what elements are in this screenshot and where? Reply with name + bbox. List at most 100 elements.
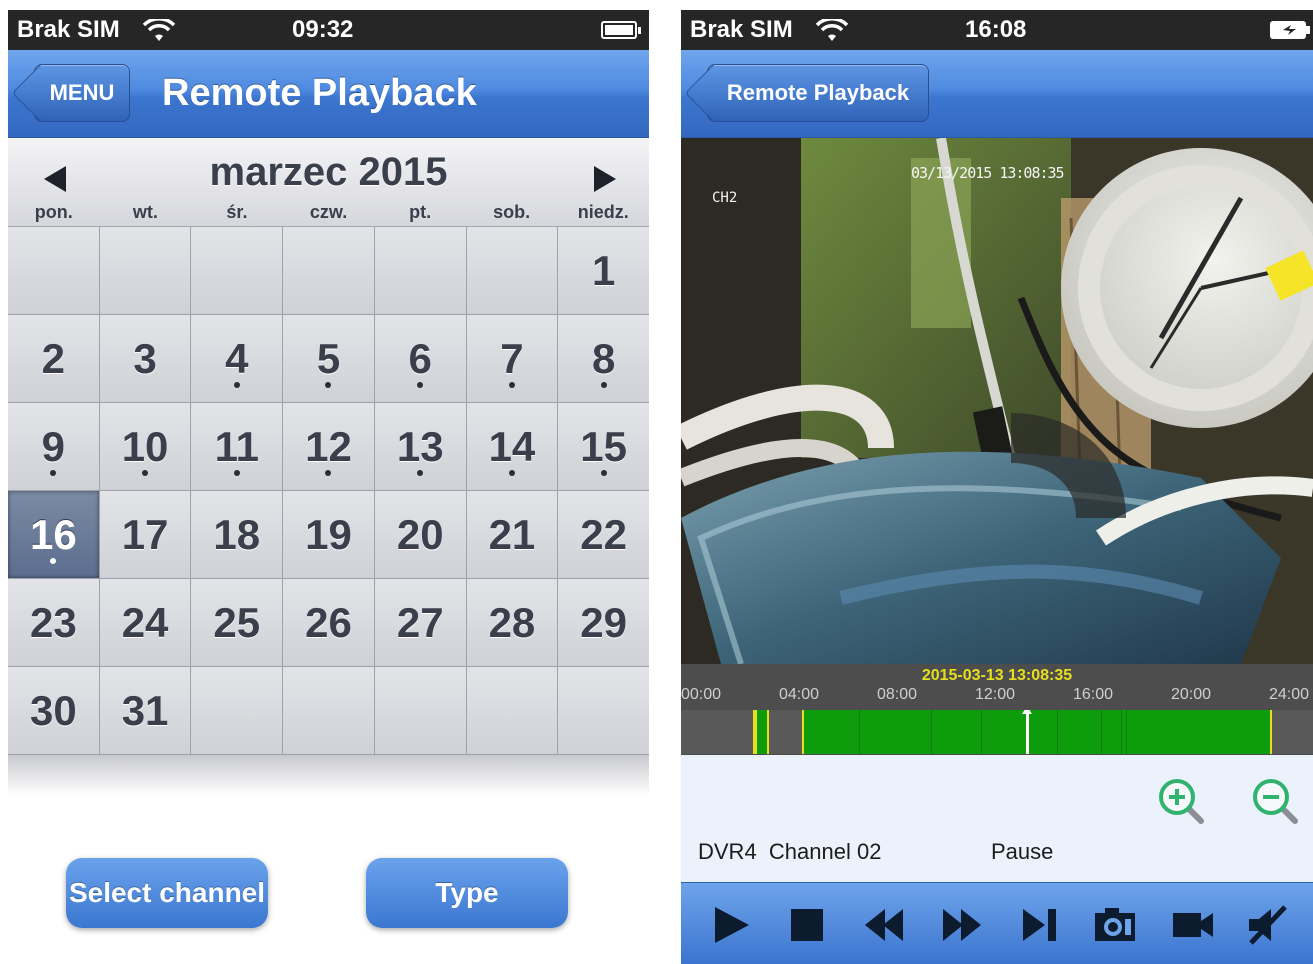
recording-indicator-dot (600, 382, 607, 388)
calendar-screen: Brak SIM 09:32 MENU Remote Playback marz… (8, 10, 649, 964)
day-number: 14 (488, 422, 536, 470)
nav-bar: Remote Playback (681, 50, 1313, 138)
day-number: 12 (305, 422, 352, 470)
status-time: 09:32 (292, 16, 354, 43)
day-number: 19 (305, 510, 352, 558)
recording-indicator-dot (508, 470, 515, 476)
day-number: 20 (396, 510, 444, 558)
calendar-day[interactable]: 31 (99, 667, 191, 754)
skip-end-icon[interactable] (1017, 903, 1061, 947)
weekday-row: pon. wt. śr. czw. pt. sob. niedz. (8, 202, 649, 223)
day-number: 17 (121, 510, 169, 558)
battery-charging-icon (1270, 21, 1310, 39)
calendar-day[interactable]: 4 (191, 315, 283, 402)
timeline-tick-label: 24:00 (1269, 686, 1310, 703)
calendar-day[interactable]: 27 (374, 579, 466, 666)
calendar-day[interactable]: 11 (191, 403, 283, 490)
play-icon[interactable] (709, 903, 753, 947)
calendar-day[interactable]: 9 (8, 403, 99, 490)
calendar-empty-cell (283, 227, 374, 314)
recording-indicator-dot (50, 470, 57, 476)
remote-playback-back-button[interactable]: Remote Playback (707, 64, 929, 122)
day-number: 24 (121, 598, 169, 646)
menu-back-button[interactable]: MENU (34, 64, 130, 122)
calendar-day[interactable]: 8 (558, 315, 649, 402)
mute-speaker-icon[interactable] (1245, 903, 1289, 947)
calendar-day[interactable]: 7 (466, 315, 558, 402)
calendar-day[interactable]: 13 (374, 403, 466, 490)
calendar-day[interactable]: 20 (374, 491, 466, 578)
weekday-label: czw. (309, 202, 348, 222)
carrier-label: Brak SIM (690, 16, 793, 43)
calendar-day[interactable]: 3 (99, 315, 191, 402)
calendar-empty-cell (466, 227, 558, 314)
day-number: 21 (488, 510, 536, 558)
recordings-track (753, 706, 1272, 754)
video-timestamp-overlay: 03/13/2015 13:08:35 (911, 164, 1065, 182)
timeline[interactable]: 2015-03-13 13:08:35 00:00 04:00 08:00 12:00… (681, 664, 1313, 755)
select-channel-button[interactable]: Select channel (66, 858, 268, 928)
weekday-label: pon. (34, 202, 73, 222)
calendar-day[interactable]: 19 (283, 491, 374, 578)
recording-indicator-dot (325, 382, 332, 388)
wifi-icon (142, 19, 176, 41)
calendar-day[interactable]: 2 (8, 315, 99, 402)
video-channel-overlay: CH2 (712, 190, 738, 206)
calendar-month-label: marzec 2015 (209, 150, 448, 194)
calendar-day[interactable]: 26 (283, 579, 374, 666)
recording-indicator-dot (508, 382, 515, 388)
calendar-empty-cell (283, 667, 374, 754)
day-number: 18 (213, 510, 261, 558)
snapshot-camera-icon[interactable] (1093, 903, 1137, 947)
day-number: 6 (408, 334, 432, 382)
record-video-icon[interactable] (1171, 903, 1215, 947)
calendar-day[interactable]: 5 (283, 315, 374, 402)
calendar-day[interactable]: 14 (466, 403, 558, 490)
recording-indicator-dot (325, 470, 332, 476)
weekday-label: niedz. (577, 202, 629, 222)
calendar-day[interactable]: 6 (374, 315, 466, 402)
day-number: 23 (29, 598, 77, 646)
timeline-recordings-bar[interactable] (681, 706, 1313, 754)
calendar-day[interactable]: 22 (558, 491, 649, 578)
battery-icon (601, 21, 641, 39)
status-time: 16:08 (965, 16, 1027, 43)
day-number: 11 (214, 422, 259, 470)
zoom-in-icon[interactable] (1157, 777, 1205, 825)
fast-forward-icon[interactable] (939, 903, 983, 947)
weekday-label: śr. (226, 202, 248, 222)
calendar-day[interactable]: 1 (558, 227, 649, 314)
calendar-day[interactable]: 30 (8, 667, 99, 754)
timeline-current-time: 2015-03-13 13:08:35 (921, 667, 1073, 684)
recording-indicator-dot (233, 470, 240, 476)
calendar-day[interactable]: 25 (191, 579, 283, 666)
rewind-icon[interactable] (863, 903, 907, 947)
day-number: 28 (488, 598, 536, 646)
stop-icon[interactable] (785, 903, 829, 947)
battery-level (605, 25, 633, 35)
calendar-day[interactable]: 15 (558, 403, 649, 490)
day-number: 31 (121, 686, 169, 734)
calendar-day[interactable]: 28 (466, 579, 558, 666)
back-button-label: Remote Playback (726, 80, 910, 105)
calendar-day[interactable]: 23 (8, 579, 99, 666)
recording-indicator-dot (600, 470, 607, 476)
type-button[interactable]: Type (366, 858, 568, 928)
calendar-day[interactable]: 12 (283, 403, 374, 490)
triangle-right-icon[interactable] (592, 164, 618, 194)
calendar-day[interactable]: 18 (191, 491, 283, 578)
calendar-day[interactable]: 21 (466, 491, 558, 578)
recording-indicator-dot (142, 470, 149, 476)
calendar-day[interactable]: 10 (99, 403, 191, 490)
calendar-day[interactable]: 24 (99, 579, 191, 666)
day-number: 27 (396, 598, 444, 646)
recording-indicator-dot (417, 382, 424, 388)
calendar-empty-cell (466, 667, 558, 754)
timeline-tick-label: 00:00 (681, 686, 722, 703)
calendar-day[interactable]: 17 (99, 491, 191, 578)
calendar-day[interactable]: 29 (558, 579, 649, 666)
zoom-out-icon[interactable] (1251, 777, 1299, 825)
calendar-day[interactable]: 16 (8, 491, 99, 578)
video-player[interactable]: 03/13/2015 13:08:35 CH2 (681, 138, 1313, 664)
playback-toolbar (681, 882, 1313, 964)
